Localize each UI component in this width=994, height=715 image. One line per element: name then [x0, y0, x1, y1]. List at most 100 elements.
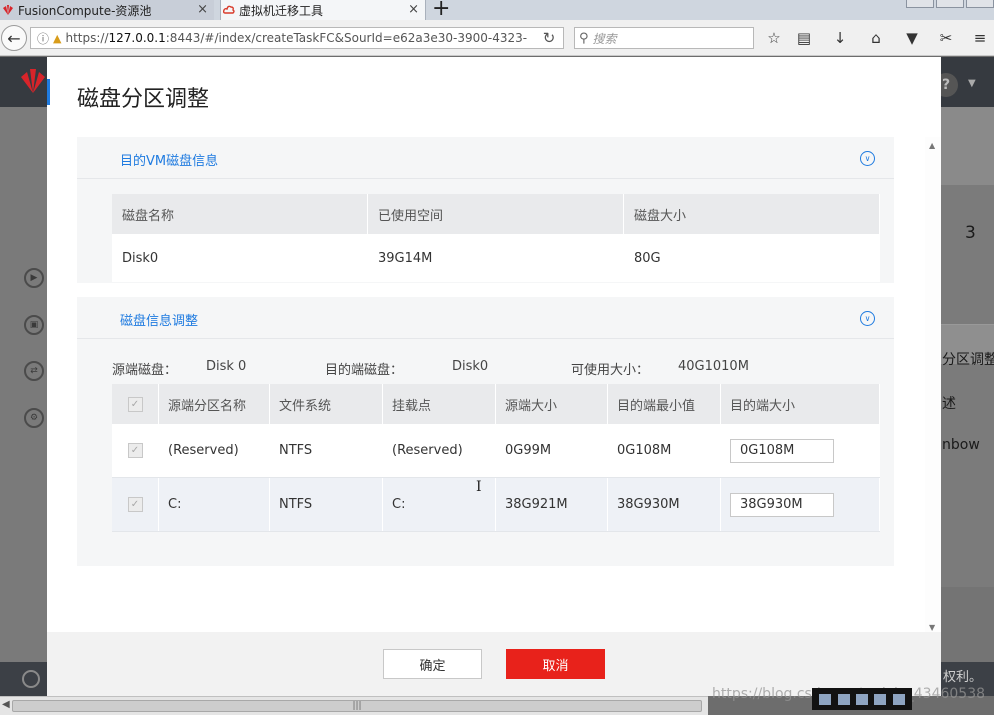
source-disk-label: 源端磁盘： — [112, 363, 178, 378]
reload-icon[interactable]: ↻ — [538, 28, 560, 48]
target-size-cell — [721, 478, 880, 531]
mount-point-cell: (Reserved) — [383, 424, 496, 477]
background-content-right: 3 分区调整 述 nbow — [941, 107, 994, 662]
tray-icon[interactable] — [837, 693, 850, 705]
partition-table: ✓ 源端分区名称 文件系统 挂载点 源端大小 目的端最小值 目的端大小 ✓ (R… — [112, 384, 880, 532]
copyright-text: 权利。 — [943, 670, 983, 685]
search-bar[interactable]: ⚲ 搜索 — [574, 27, 754, 49]
browser-tab-bar: FusionCompute-资源池 × 虚拟机迁移工具 × + — [0, 0, 994, 20]
target-size-input[interactable] — [730, 492, 834, 517]
home-icon[interactable]: ⌂ — [866, 28, 886, 48]
confirm-button[interactable]: 确定 — [383, 649, 482, 679]
table-row: ✓ C: NTFS C: 38G921M 38G930M — [112, 478, 880, 532]
search-icon: ⚲ — [579, 30, 589, 46]
left-nav-rail: ▶ ▣ ⇄ ⚙ — [0, 107, 47, 662]
select-all-checkbox[interactable]: ✓ — [127, 396, 143, 412]
step-number: 3 — [965, 223, 976, 243]
tab-fusioncompute[interactable]: FusionCompute-资源池 × — [0, 0, 214, 20]
maximize-button[interactable] — [936, 0, 964, 8]
collapse-icon[interactable]: ∨ — [860, 151, 875, 166]
chevron-down-icon[interactable]: ▼ — [968, 78, 976, 89]
tray-icon[interactable] — [892, 693, 905, 705]
disk-adjust-section: 磁盘信息调整 ∨ 源端磁盘： Disk 0 目的端磁盘： Disk0 可使用大小… — [77, 297, 894, 566]
row-select-cell: ✓ — [112, 478, 159, 531]
scrollbar-thumb[interactable]: ||| — [12, 700, 702, 712]
swap-icon[interactable]: ⇄ — [24, 361, 44, 381]
tab-label: FusionCompute-资源池 — [18, 3, 152, 18]
source-size-cell: 38G921M — [496, 478, 608, 531]
target-disk-table: 磁盘名称 已使用空间 磁盘大小 Disk0 39G14M 80G — [112, 194, 880, 282]
screenshot-icon[interactable]: ✂ — [936, 28, 956, 48]
target-min-cell: 38G930M — [608, 478, 721, 531]
cloud-icon — [223, 5, 235, 14]
target-vm-disk-section: 目的VM磁盘信息 ∨ 磁盘名称 已使用空间 磁盘大小 Disk0 39G14M … — [77, 137, 894, 283]
section-header[interactable]: 磁盘信息调整 ∨ — [77, 297, 894, 339]
dialog-title: 磁盘分区调整 — [77, 87, 210, 112]
tab-close-icon[interactable]: × — [408, 2, 419, 17]
title-accent-bar — [47, 79, 50, 105]
partition-name-cell: (Reserved) — [159, 424, 270, 477]
row-checkbox[interactable]: ✓ — [127, 497, 143, 512]
column-header: 目的端最小值 — [608, 384, 721, 424]
url-host: 127.0.0.1 — [108, 31, 166, 45]
monitor-icon[interactable]: ▣ — [24, 315, 44, 335]
url-prefix: https:// — [65, 31, 109, 45]
huawei-logo-icon — [3, 5, 13, 15]
horizontal-scrollbar[interactable]: ◀ ||| — [0, 696, 708, 715]
menu-icon[interactable]: ≡ — [970, 28, 990, 48]
target-disk-value: Disk0 — [452, 359, 489, 374]
section-title: 目的VM磁盘信息 — [120, 154, 219, 169]
back-button[interactable]: ← — [1, 25, 27, 51]
target-size-input[interactable] — [730, 438, 834, 463]
bookmark-star-icon[interactable]: ☆ — [764, 28, 784, 48]
window-controls — [906, 0, 994, 8]
column-header: 源端分区名称 — [159, 384, 270, 424]
scroll-down-icon[interactable]: ▼ — [929, 623, 935, 632]
url-bar[interactable]: ⓘ ▲ https://127.0.0.1:8443/#/index/creat… — [30, 27, 564, 49]
new-tab-button[interactable]: + — [432, 0, 450, 20]
url-path: :8443/#/index/createTaskFC&SourId=e62a3e… — [165, 31, 528, 45]
table-row: Disk0 39G14M 80G — [112, 234, 880, 282]
tray-icon[interactable] — [819, 693, 832, 705]
tray-icon[interactable] — [855, 693, 868, 705]
reading-list-icon[interactable]: ▤ — [794, 28, 814, 48]
disk-name-cell: Disk0 — [112, 234, 368, 282]
tab-label: 虚拟机迁移工具 — [239, 3, 324, 18]
section-header[interactable]: 目的VM磁盘信息 ∨ — [77, 137, 894, 179]
settings-icon[interactable]: ⚙ — [24, 408, 44, 428]
background-label: 分区调整 — [942, 352, 994, 368]
row-select-cell: ✓ — [112, 424, 159, 477]
close-window-button[interactable] — [966, 0, 994, 8]
footer-icon — [22, 670, 40, 688]
cancel-button[interactable]: 取消 — [506, 649, 605, 679]
column-header: 源端大小 — [496, 384, 608, 424]
tray-icon[interactable] — [874, 693, 887, 705]
column-header: 磁盘名称 — [112, 194, 368, 234]
target-min-cell: 0G108M — [608, 424, 721, 477]
scroll-left-icon[interactable]: ◀ — [2, 699, 10, 710]
source-size-cell: 0G99M — [496, 424, 608, 477]
play-icon[interactable]: ▶ — [24, 268, 44, 288]
browser-nav-bar: ← ⓘ ▲ https://127.0.0.1:8443/#/index/cre… — [0, 20, 994, 56]
search-placeholder: 搜索 — [592, 31, 617, 46]
row-checkbox[interactable]: ✓ — [127, 443, 143, 458]
column-header: 磁盘大小 — [624, 194, 880, 234]
download-icon[interactable]: ↓ — [830, 28, 850, 48]
huawei-logo-icon — [21, 69, 45, 93]
minimize-button[interactable] — [906, 0, 934, 8]
table-header: 磁盘名称 已使用空间 磁盘大小 — [112, 194, 880, 234]
collapse-icon[interactable]: ∨ — [860, 311, 875, 326]
dialog-scrollbar[interactable]: ▲ ▼ — [925, 137, 941, 632]
available-size-value: 40G1010M — [678, 359, 749, 374]
target-disk-label: 目的端磁盘： — [325, 363, 404, 378]
tab-close-icon[interactable]: × — [197, 2, 208, 17]
disk-partition-dialog: 磁盘分区调整 目的VM磁盘信息 ∨ 磁盘名称 已使用空间 磁盘大小 Disk0 … — [47, 57, 941, 696]
scroll-up-icon[interactable]: ▲ — [929, 141, 935, 150]
disk-size-cell: 80G — [624, 234, 880, 282]
pocket-icon[interactable]: ▼ — [902, 28, 922, 48]
tab-migration-tool[interactable]: 虚拟机迁移工具 × — [220, 0, 426, 20]
filesystem-cell: NTFS — [270, 424, 383, 477]
column-header: 目的端大小 — [721, 384, 880, 424]
info-icon: ⓘ — [37, 31, 50, 46]
available-size-label: 可使用大小： — [571, 363, 650, 378]
